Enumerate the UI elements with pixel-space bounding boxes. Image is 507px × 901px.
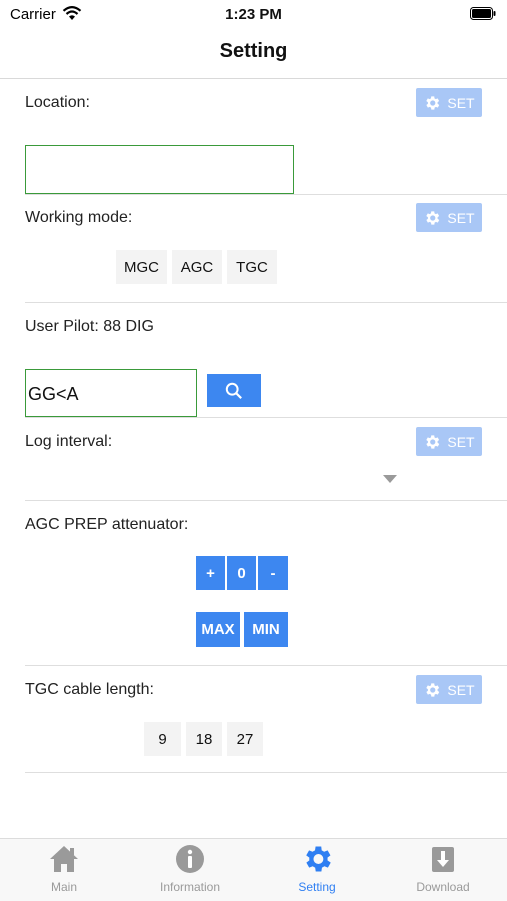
tab-setting[interactable]: Setting: [257, 842, 377, 900]
tab-information[interactable]: Information: [130, 842, 250, 900]
user-pilot-label: User Pilot: 88 DIG: [25, 318, 154, 335]
tab-download-label: Download: [416, 880, 470, 894]
attenuator-max-button[interactable]: MAX: [196, 612, 240, 647]
status-bar: Carrier 1:23 PM: [0, 0, 507, 30]
tab-setting-label: Setting: [298, 880, 336, 894]
info-icon: [176, 845, 204, 873]
tab-download[interactable]: Download: [383, 842, 503, 900]
divider: [25, 665, 507, 666]
set-label: SET: [447, 94, 475, 111]
gear-icon: [426, 682, 440, 697]
divider: [25, 417, 507, 418]
cable-9-button[interactable]: 9: [144, 722, 181, 756]
attenuator-value: 0: [227, 556, 256, 590]
mode-tgc-button[interactable]: TGC: [227, 250, 277, 284]
home-icon: [50, 846, 78, 872]
page-title: Setting: [219, 40, 288, 62]
set-label: SET: [447, 433, 475, 450]
location-label: Location:: [25, 94, 90, 111]
gear-icon: [426, 434, 440, 449]
gear-icon: [306, 846, 331, 872]
tgc-cable-set-button[interactable]: SET: [416, 675, 482, 704]
log-interval-label: Log interval:: [25, 433, 113, 450]
tab-main-label: Main: [50, 880, 77, 894]
cable-18-button[interactable]: 18: [186, 722, 222, 756]
log-interval-dropdown[interactable]: [25, 462, 405, 496]
pilot-search-button[interactable]: [207, 374, 261, 407]
location-set-button[interactable]: SET: [416, 88, 482, 117]
nav-divider: [0, 78, 507, 79]
divider: [25, 302, 507, 303]
attenuator-minus-button[interactable]: -: [258, 556, 288, 590]
dropdown-arrow-icon: [383, 475, 397, 483]
tab-information-label: Information: [159, 880, 221, 894]
agc-prep-label: AGC PREP attenuator:: [25, 516, 189, 533]
attenuator-plus-button[interactable]: +: [196, 556, 225, 590]
working-mode-set-button[interactable]: SET: [416, 203, 482, 232]
cable-27-button[interactable]: 27: [227, 722, 263, 756]
download-icon: [432, 847, 454, 872]
gear-icon: [426, 95, 440, 110]
location-input[interactable]: [25, 145, 294, 194]
gear-icon: [426, 210, 440, 225]
divider: [25, 194, 507, 195]
tab-main[interactable]: Main: [4, 842, 124, 900]
mode-agc-button[interactable]: AGC: [172, 250, 222, 284]
search-icon: [225, 382, 242, 399]
working-mode-label: Working mode:: [25, 209, 133, 226]
divider: [25, 772, 507, 773]
set-label: SET: [447, 209, 475, 226]
divider: [25, 500, 507, 501]
battery-icon: [470, 7, 496, 20]
tgc-cable-label: TGC cable length:: [25, 681, 154, 698]
pilot-input[interactable]: GG<A: [25, 369, 197, 417]
mode-mgc-button[interactable]: MGC: [116, 250, 167, 284]
attenuator-min-button[interactable]: MIN: [244, 612, 288, 647]
set-label: SET: [447, 681, 475, 698]
status-time: 1:23 PM: [225, 6, 282, 23]
log-interval-set-button[interactable]: SET: [416, 427, 482, 456]
